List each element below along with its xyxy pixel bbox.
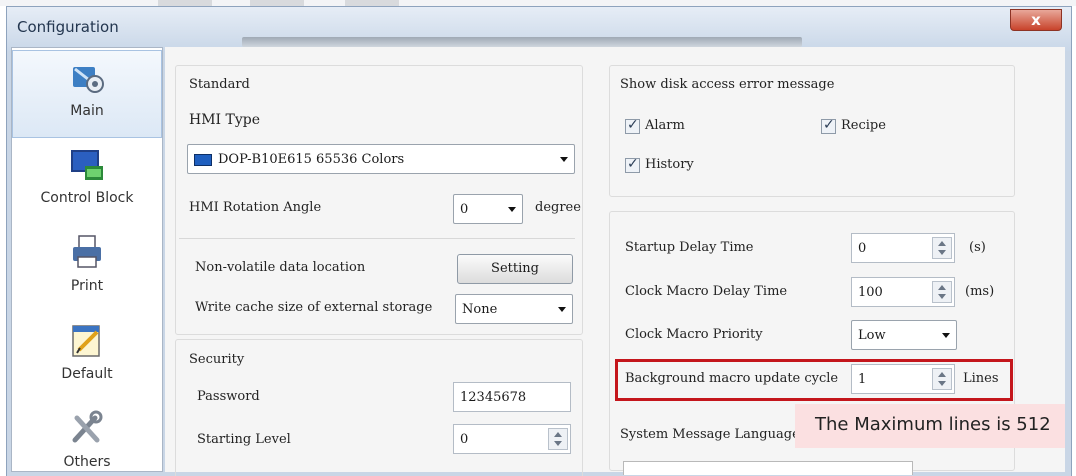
recipe-label: Recipe (841, 118, 886, 133)
clock-macro-delay-value: 100 (858, 285, 883, 300)
password-label: Password (197, 389, 260, 404)
startup-delay-label: Startup Delay Time (625, 240, 754, 255)
sidebar-item-print[interactable]: Print (12, 226, 162, 314)
chevron-down-icon (560, 157, 568, 162)
spin-up-icon (938, 241, 946, 246)
starting-level-label: Starting Level (197, 432, 291, 447)
main-settings-panel: Standard HMI Type DOP-B10E615 65536 Colo… (165, 47, 1065, 476)
system-message-language-field[interactable] (623, 461, 913, 475)
sidebar-item-label: Others (63, 454, 111, 470)
spin-buttons[interactable] (932, 281, 952, 303)
history-checkbox[interactable] (625, 156, 640, 173)
password-value: 12345678 (460, 390, 527, 405)
sidebar-item-label: Control Block (40, 190, 134, 206)
clock-macro-priority-label: Clock Macro Priority (625, 327, 763, 342)
alarm-label: Alarm (645, 118, 685, 133)
hmi-type-dropdown[interactable]: DOP-B10E615 65536 Colors (187, 144, 575, 174)
password-input[interactable]: 12345678 (453, 382, 571, 412)
chevron-down-icon (942, 333, 950, 338)
spin-down-icon (938, 381, 946, 386)
monitor-icon (194, 154, 212, 166)
chevron-down-icon (558, 307, 566, 312)
bg-macro-label: Background macro update cycle (625, 371, 839, 386)
control-block-icon (71, 150, 103, 180)
sidebar-item-others[interactable]: Others (12, 402, 162, 476)
security-group-title: Security (189, 352, 245, 367)
standard-group-title: Standard (189, 77, 250, 92)
chevron-down-icon (508, 207, 516, 212)
spin-up-icon (938, 285, 946, 290)
history-label: History (645, 157, 694, 172)
setting-button[interactable]: Setting (457, 254, 573, 284)
starting-level-stepper[interactable]: 0 (453, 424, 571, 454)
default-notepad-icon (72, 325, 100, 357)
clock-macro-priority-dropdown[interactable]: Low (851, 320, 957, 350)
sidebar-item-control-block[interactable]: Control Block (12, 138, 162, 226)
sidebar-item-default[interactable]: Default (12, 314, 162, 402)
startup-delay-stepper[interactable]: 0 (851, 233, 955, 263)
rotation-unit: degree (535, 200, 581, 215)
spin-down-icon (938, 294, 946, 299)
spin-up-icon (554, 432, 562, 437)
close-button[interactable]: x (1010, 9, 1062, 31)
bg-macro-unit: Lines (963, 371, 999, 386)
spin-buttons[interactable] (548, 428, 568, 450)
hmi-type-value: DOP-B10E615 65536 Colors (218, 152, 405, 167)
rotation-label: HMI Rotation Angle (189, 200, 322, 215)
max-lines-tooltip: The Maximum lines is 512 (795, 404, 1065, 448)
title-bar-groove (242, 37, 802, 47)
tools-icon (72, 410, 103, 443)
title-bar: Configuration x (7, 7, 1071, 51)
printer-icon (73, 235, 101, 268)
bg-macro-stepper[interactable]: 1 (851, 364, 955, 394)
starting-level-value: 0 (460, 432, 469, 447)
system-message-language-label: System Message Language (620, 427, 800, 442)
rotation-value: 0 (460, 202, 469, 217)
alarm-checkbox[interactable] (625, 117, 640, 134)
bg-macro-value: 1 (858, 372, 867, 387)
spin-down-icon (938, 250, 946, 255)
rotation-dropdown[interactable]: 0 (453, 194, 523, 224)
startup-delay-value: 0 (858, 241, 867, 256)
spin-buttons[interactable] (932, 368, 952, 390)
write-cache-dropdown[interactable]: None (455, 294, 573, 324)
clock-macro-delay-unit: (ms) (965, 284, 995, 299)
recipe-checkbox[interactable] (821, 117, 836, 134)
category-sidebar: Main Control Block Print Default Others (11, 47, 163, 472)
sidebar-item-label: Default (61, 366, 113, 382)
hmi-type-label: HMI Type (189, 112, 261, 128)
sidebar-item-label: Main (70, 103, 104, 119)
startup-delay-unit: (s) (969, 240, 986, 255)
main-config-icon (73, 67, 104, 93)
nonvolatile-label: Non-volatile data location (195, 260, 366, 275)
sidebar-item-label: Print (70, 278, 104, 294)
clock-macro-priority-value: Low (858, 328, 886, 343)
write-cache-label: Write cache size of external storage (195, 300, 433, 315)
divider (179, 238, 575, 239)
spin-down-icon (554, 441, 562, 446)
disk-error-title: Show disk access error message (620, 77, 835, 92)
clock-macro-delay-stepper[interactable]: 100 (851, 277, 955, 307)
clock-macro-delay-label: Clock Macro Delay Time (625, 284, 788, 299)
spin-buttons[interactable] (932, 237, 952, 259)
window-title: Configuration (17, 18, 119, 36)
write-cache-value: None (462, 302, 498, 317)
sidebar-item-main[interactable]: Main (12, 50, 162, 138)
spin-up-icon (938, 372, 946, 377)
